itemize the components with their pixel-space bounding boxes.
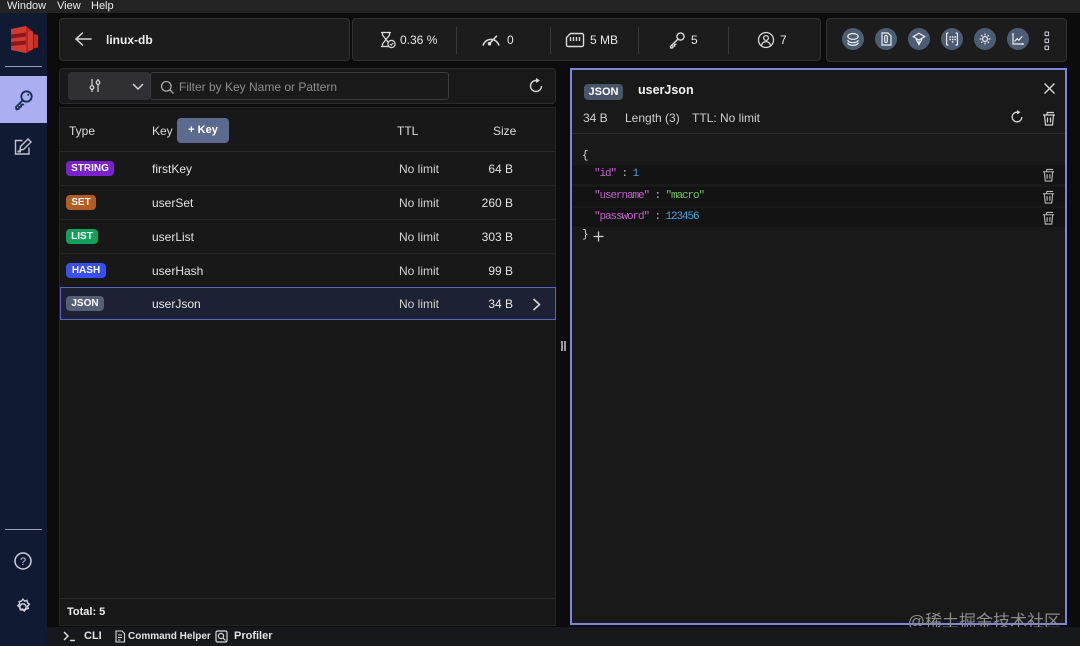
svg-text:?: ? (20, 556, 26, 568)
